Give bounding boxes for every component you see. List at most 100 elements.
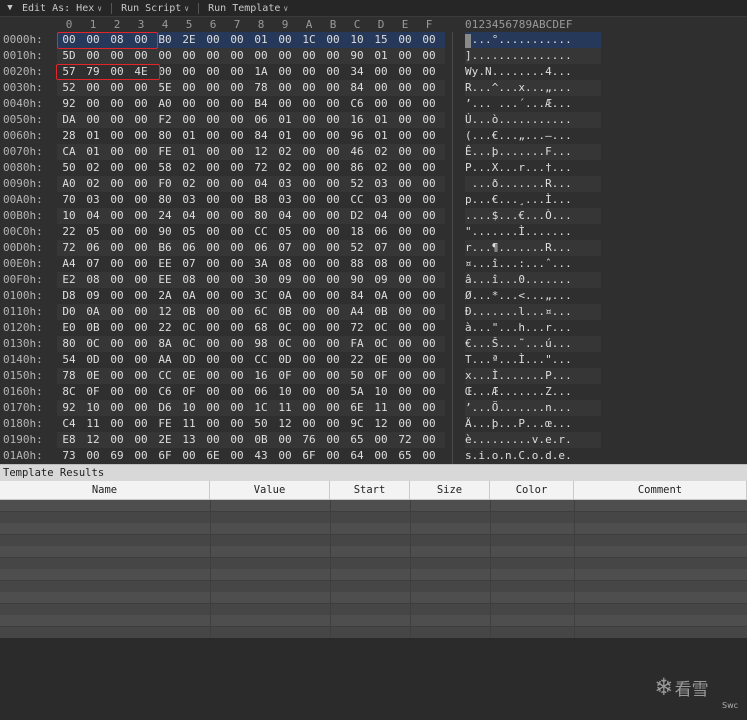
hex-byte[interactable]: 96 bbox=[345, 128, 369, 144]
hex-byte[interactable]: 00 bbox=[417, 416, 441, 432]
hex-byte[interactable]: 24 bbox=[153, 208, 177, 224]
hex-byte[interactable]: 00 bbox=[297, 176, 321, 192]
hex-byte[interactable]: 6E bbox=[201, 448, 225, 464]
hex-byte[interactable]: 12 bbox=[249, 144, 273, 160]
hex-byte[interactable]: 00 bbox=[273, 432, 297, 448]
hex-byte[interactable]: 00 bbox=[105, 336, 129, 352]
hex-byte[interactable]: 00 bbox=[393, 416, 417, 432]
hex-byte[interactable]: 02 bbox=[81, 176, 105, 192]
hex-byte[interactable]: F0 bbox=[153, 176, 177, 192]
template-column-header[interactable]: Start bbox=[330, 481, 410, 500]
hex-byte[interactable]: 00 bbox=[129, 448, 153, 464]
hex-row[interactable]: 0190h: E8 12 00 00 2E 13 00 00 0B 00 76 00 65 00 72 00 è.… bbox=[0, 432, 747, 448]
hex-byte[interactable]: 00 bbox=[105, 80, 129, 96]
hex-byte[interactable]: 02 bbox=[369, 160, 393, 176]
row-ascii[interactable]: Wy.N........4... bbox=[465, 64, 601, 80]
hex-byte[interactable]: FA bbox=[345, 336, 369, 352]
hex-byte[interactable]: 00 bbox=[393, 288, 417, 304]
row-ascii[interactable]: Ð.......l...¤... bbox=[465, 304, 601, 320]
hex-byte[interactable]: 52 bbox=[345, 240, 369, 256]
template-row[interactable] bbox=[0, 592, 747, 603]
hex-byte[interactable]: 00 bbox=[105, 400, 129, 416]
hex-byte[interactable]: A4 bbox=[57, 256, 81, 272]
hex-byte[interactable]: 02 bbox=[273, 144, 297, 160]
hex-byte[interactable]: 01 bbox=[249, 32, 273, 48]
hex-byte[interactable]: 00 bbox=[201, 320, 225, 336]
hex-byte[interactable]: 46 bbox=[345, 144, 369, 160]
hex-byte[interactable]: 01 bbox=[369, 112, 393, 128]
hex-byte[interactable]: 00 bbox=[321, 80, 345, 96]
hex-byte[interactable]: 00 bbox=[177, 448, 201, 464]
hex-byte[interactable]: 00 bbox=[225, 416, 249, 432]
hex-byte[interactable]: 00 bbox=[321, 192, 345, 208]
template-results-grid[interactable] bbox=[0, 500, 747, 639]
hex-byte[interactable]: 00 bbox=[417, 80, 441, 96]
row-ascii[interactable]: ’... ...´...Æ... bbox=[465, 96, 601, 112]
hex-byte[interactable]: 00 bbox=[297, 336, 321, 352]
hex-byte[interactable]: 05 bbox=[81, 224, 105, 240]
hex-byte[interactable]: 3A bbox=[249, 256, 273, 272]
hex-byte[interactable]: 00 bbox=[417, 160, 441, 176]
hex-byte[interactable]: 00 bbox=[393, 256, 417, 272]
hex-byte[interactable]: 06 bbox=[249, 240, 273, 256]
hex-byte[interactable]: 52 bbox=[57, 80, 81, 96]
hex-byte[interactable]: 00 bbox=[201, 288, 225, 304]
hex-byte[interactable]: 00 bbox=[129, 240, 153, 256]
hex-byte[interactable]: 00 bbox=[417, 368, 441, 384]
hex-byte[interactable]: 02 bbox=[273, 160, 297, 176]
hex-byte[interactable]: 80 bbox=[153, 128, 177, 144]
hex-byte[interactable]: DA bbox=[57, 112, 81, 128]
row-ascii[interactable]: s.i.o.n.C.o.d.e. bbox=[465, 448, 601, 464]
hex-byte[interactable]: 00 bbox=[201, 384, 225, 400]
hex-byte[interactable]: 08 bbox=[81, 272, 105, 288]
hex-byte[interactable]: 00 bbox=[321, 448, 345, 464]
hex-byte[interactable]: 00 bbox=[321, 256, 345, 272]
row-ascii[interactable]: â...î...0....... bbox=[465, 272, 601, 288]
row-ascii[interactable]: ....°........... bbox=[465, 32, 601, 48]
hex-byte[interactable]: 00 bbox=[273, 64, 297, 80]
row-ascii[interactable]: Ø...*...<...„... bbox=[465, 288, 601, 304]
hex-byte[interactable]: 00 bbox=[129, 400, 153, 416]
hex-byte[interactable]: 00 bbox=[201, 272, 225, 288]
hex-byte[interactable]: 02 bbox=[369, 144, 393, 160]
hex-row[interactable]: 0010h: 5D 00 00 00 00 00 00 00 00 00 00 00 90 01 00 00].… bbox=[0, 48, 747, 64]
row-ascii[interactable]: (...€...„...–... bbox=[465, 128, 601, 144]
template-column-header[interactable]: Value bbox=[210, 481, 330, 500]
hex-byte[interactable]: 00 bbox=[393, 304, 417, 320]
hex-byte[interactable]: 00 bbox=[225, 384, 249, 400]
hex-byte[interactable]: 01 bbox=[81, 128, 105, 144]
hex-byte[interactable]: 00 bbox=[297, 416, 321, 432]
hex-byte[interactable]: 00 bbox=[297, 288, 321, 304]
hex-byte[interactable]: 00 bbox=[225, 32, 249, 48]
hex-byte[interactable]: 79 bbox=[81, 64, 105, 80]
hex-byte[interactable]: 00 bbox=[417, 112, 441, 128]
hex-byte[interactable]: 80 bbox=[249, 208, 273, 224]
hex-byte[interactable]: 16 bbox=[345, 112, 369, 128]
hex-byte[interactable]: 00 bbox=[129, 224, 153, 240]
hex-byte[interactable]: 00 bbox=[321, 320, 345, 336]
hex-byte[interactable]: 00 bbox=[417, 432, 441, 448]
hex-byte[interactable]: 00 bbox=[201, 432, 225, 448]
hex-byte[interactable]: 00 bbox=[201, 80, 225, 96]
hex-byte[interactable]: 00 bbox=[297, 352, 321, 368]
hex-byte[interactable]: 05 bbox=[177, 224, 201, 240]
hex-byte[interactable]: 00 bbox=[129, 128, 153, 144]
hex-row[interactable]: 0100h: D8 09 00 00 2A 0A 00 00 3C 0A 00 00 84 0A 00 00 Ø.… bbox=[0, 288, 747, 304]
hex-byte[interactable]: 00 bbox=[273, 32, 297, 48]
hex-byte[interactable]: 00 bbox=[81, 80, 105, 96]
hex-byte[interactable]: 00 bbox=[297, 48, 321, 64]
hex-byte[interactable]: 0A bbox=[369, 288, 393, 304]
hex-byte[interactable]: 00 bbox=[273, 48, 297, 64]
hex-byte[interactable]: 00 bbox=[129, 112, 153, 128]
hex-byte[interactable]: 00 bbox=[105, 224, 129, 240]
hex-byte[interactable]: 0F bbox=[177, 384, 201, 400]
hex-byte[interactable]: 00 bbox=[177, 80, 201, 96]
hex-byte[interactable]: 0C bbox=[177, 320, 201, 336]
hex-byte[interactable]: 00 bbox=[393, 384, 417, 400]
hex-byte[interactable]: 00 bbox=[177, 112, 201, 128]
hex-row[interactable]: 0080h: 50 02 00 00 58 02 00 00 72 02 00 00 86 02 00 00 P.… bbox=[0, 160, 747, 176]
hex-byte[interactable]: 00 bbox=[297, 400, 321, 416]
hex-byte[interactable]: E2 bbox=[57, 272, 81, 288]
hex-byte[interactable]: 00 bbox=[201, 160, 225, 176]
hex-byte[interactable]: 00 bbox=[225, 160, 249, 176]
